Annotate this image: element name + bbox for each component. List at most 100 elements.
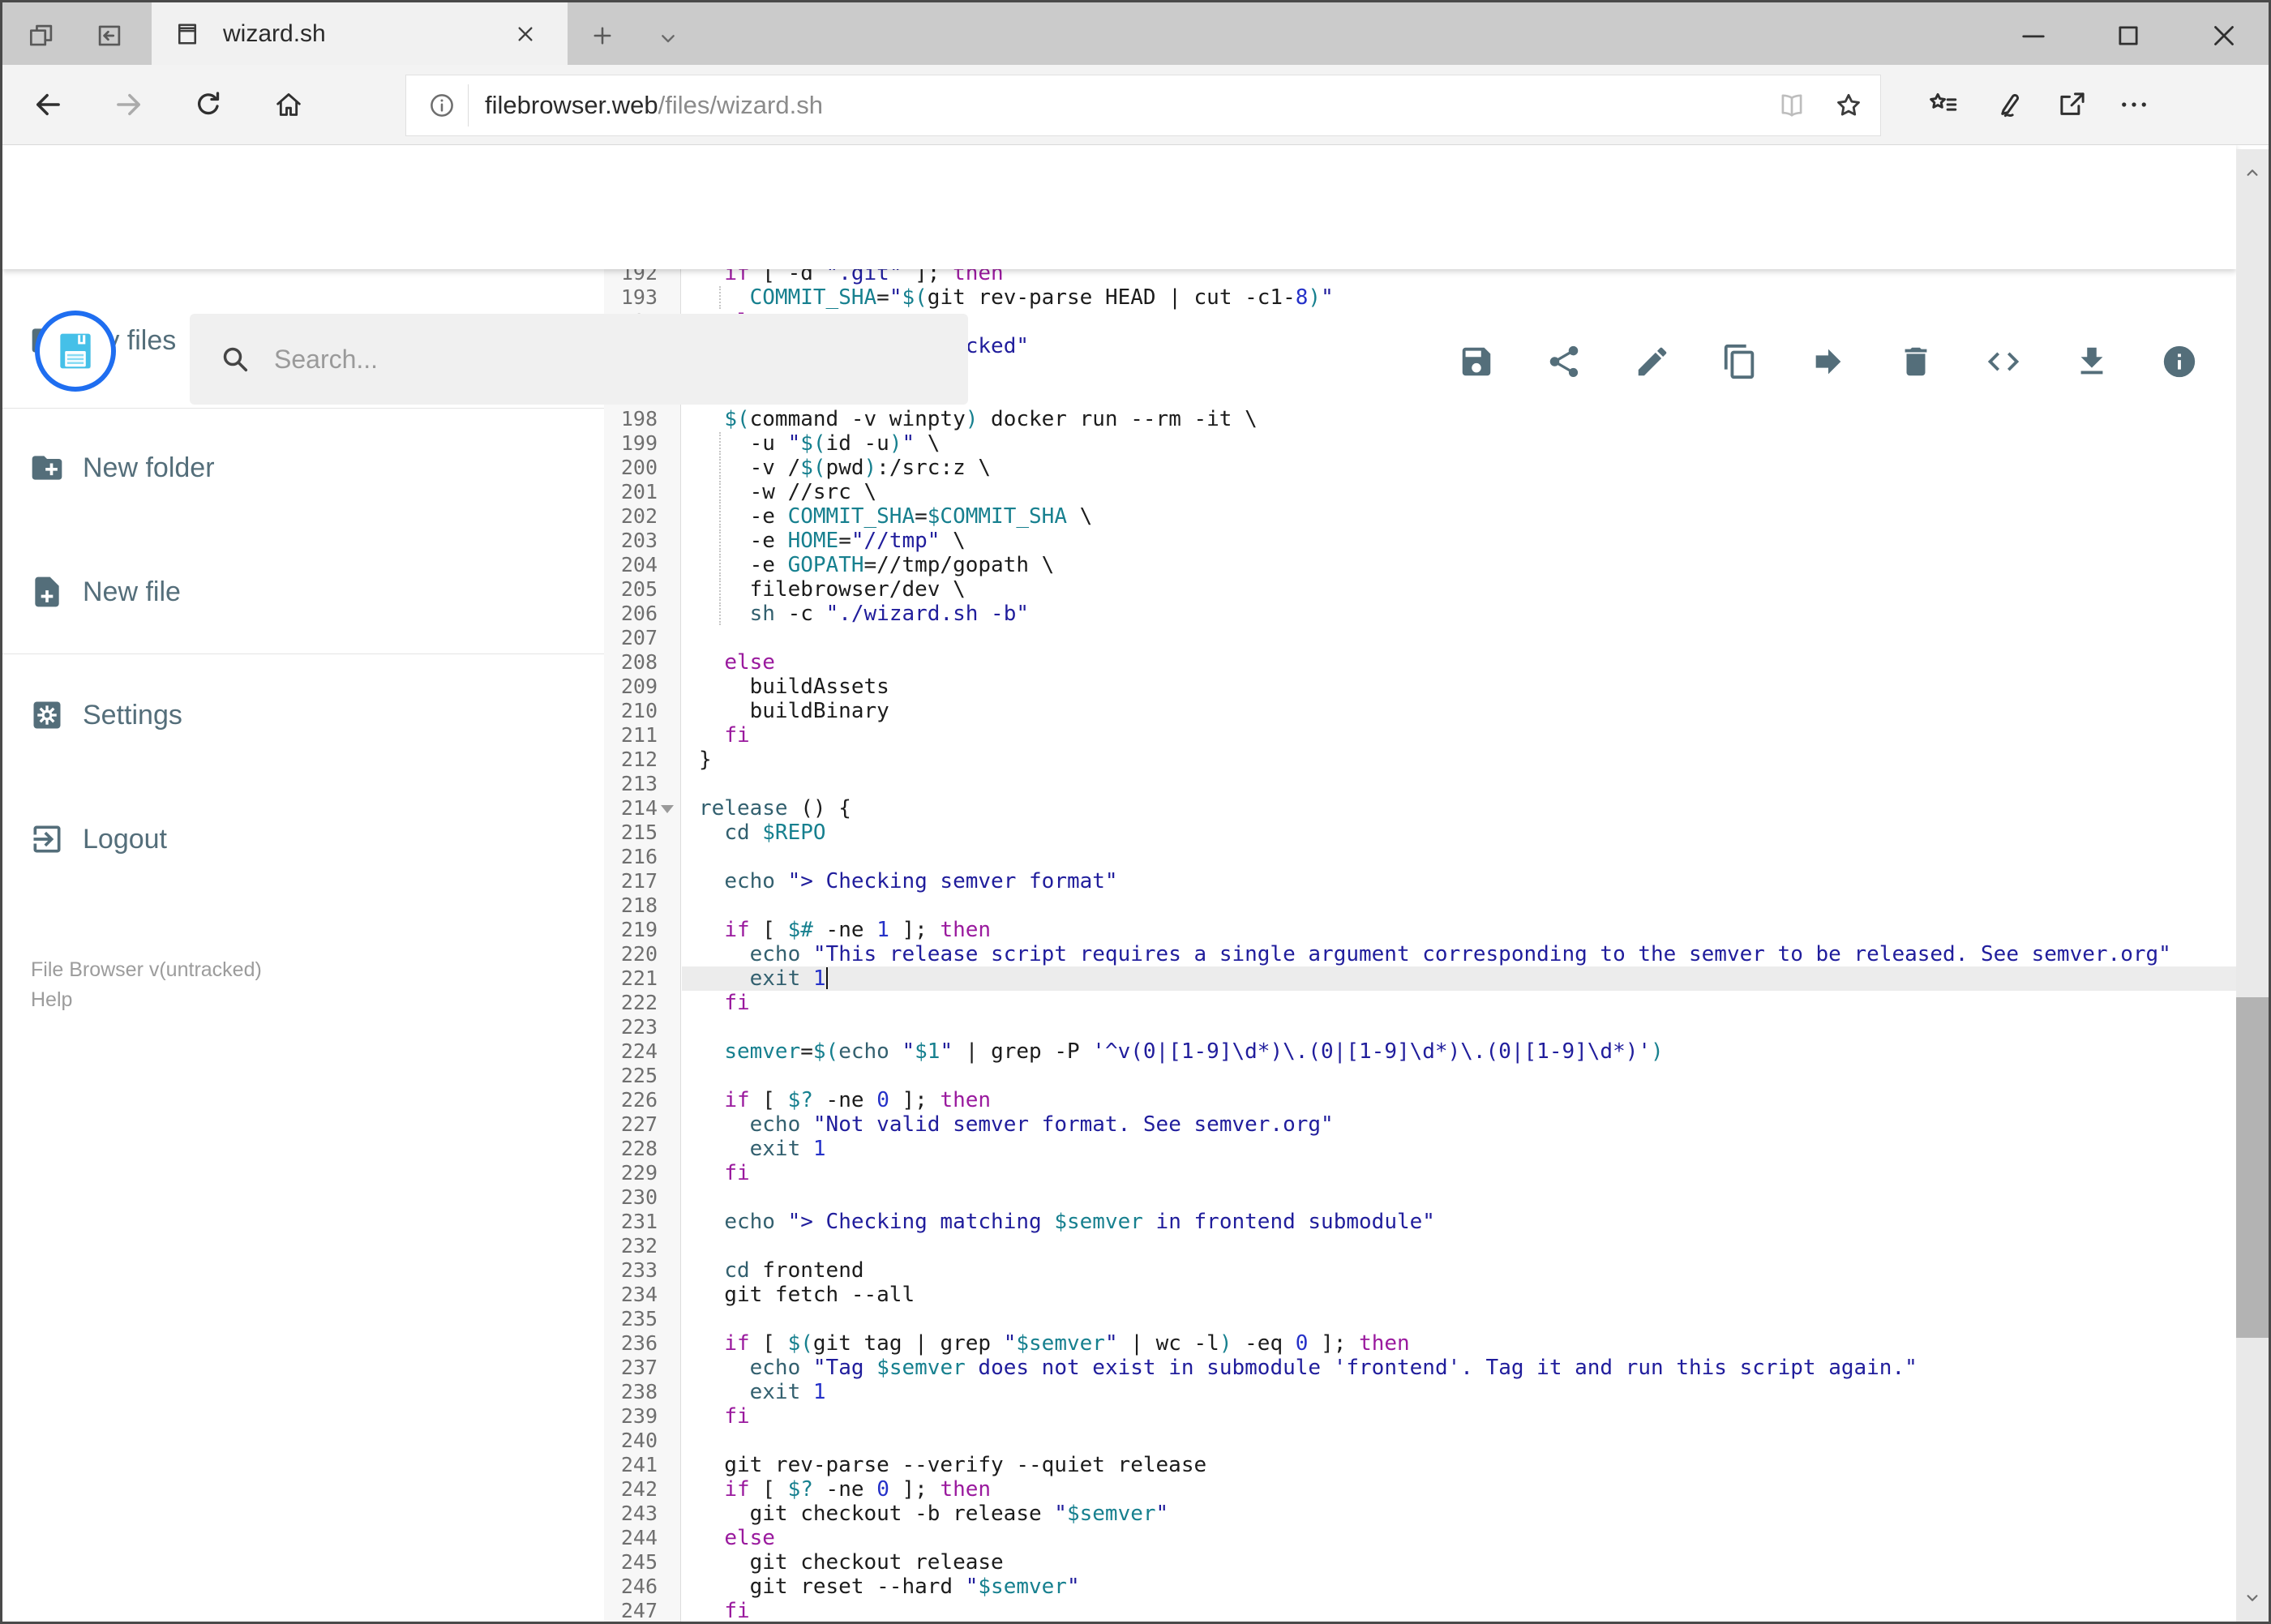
line-number: 229 (620, 1161, 658, 1185)
search-box[interactable] (190, 314, 968, 405)
maximize-button[interactable] (2111, 19, 2145, 53)
rename-button[interactable] (1634, 343, 1671, 380)
scrollbar-thumb[interactable] (2236, 997, 2269, 1338)
filebrowser-logo[interactable] (35, 311, 116, 392)
code-line-228[interactable]: 228 exit 1 (604, 1137, 2236, 1161)
code-line-198[interactable]: 198 $(command -v winpty) docker run --rm… (604, 407, 2236, 431)
code-line-203[interactable]: 203 -e HOME="//tmp" \ (604, 529, 2236, 553)
delete-button[interactable] (1897, 343, 1935, 380)
code-line-240[interactable]: 240 (604, 1429, 2236, 1453)
share-button[interactable] (1545, 343, 1583, 380)
code-line-207[interactable]: 207 (604, 626, 2236, 650)
code-editor[interactable]: 192 if [ -d ".git" ]; then 193 COMMIT_SHA… (604, 269, 2236, 1622)
move-button[interactable] (1810, 343, 1847, 380)
scroll-up-icon[interactable] (2242, 162, 2263, 183)
fold-arrow-icon[interactable] (661, 805, 674, 813)
code-line-211[interactable]: 211 fi (604, 723, 2236, 748)
code-line-218[interactable]: 218 (604, 893, 2236, 918)
sidebar-item-settings[interactable]: Settings (0, 675, 604, 756)
code-line-227[interactable]: 227 echo "Not valid semver format. See s… (604, 1112, 2236, 1137)
code-line-192[interactable]: 192 if [ -d ".git" ]; then (604, 269, 2236, 285)
code-line-247[interactable]: 247 fi (604, 1599, 2236, 1622)
code-line-222[interactable]: 222 fi (604, 991, 2236, 1015)
code-line-233[interactable]: 233 cd frontend (604, 1258, 2236, 1283)
code-line-225[interactable]: 225 (604, 1064, 2236, 1088)
favorite-star-icon[interactable] (1832, 89, 1865, 122)
code-line-245[interactable]: 245 git checkout release (604, 1550, 2236, 1575)
code-line-204[interactable]: 204 -e GOPATH=//tmp/gopath \ (604, 553, 2236, 577)
code-line-201[interactable]: 201 -w //src \ (604, 480, 2236, 504)
reading-view-icon[interactable] (1776, 90, 1807, 121)
close-window-button[interactable] (2207, 19, 2241, 53)
code-line-234[interactable]: 234 git fetch --all (604, 1283, 2236, 1307)
code-line-238[interactable]: 238 exit 1 (604, 1380, 2236, 1404)
site-info-icon[interactable] (427, 91, 456, 120)
save-button[interactable] (1458, 343, 1495, 380)
code-line-226[interactable]: 226 if [ $? -ne 0 ]; then (604, 1088, 2236, 1112)
code-line-213[interactable]: 213 (604, 772, 2236, 796)
hub-favorites-icon[interactable] (1926, 88, 1960, 122)
code-line-246[interactable]: 246 git reset --hard "$semver" (604, 1575, 2236, 1599)
code-line-205[interactable]: 205 filebrowser/dev \ (604, 577, 2236, 602)
web-note-pen-icon[interactable] (1987, 88, 2021, 122)
tab-indent-guide (719, 578, 721, 601)
set-aside-tabs-icon[interactable] (94, 20, 125, 51)
code-line-229[interactable]: 229 fi (604, 1161, 2236, 1185)
code-line-244[interactable]: 244 else (604, 1526, 2236, 1550)
minimize-button[interactable] (2016, 19, 2050, 53)
download-button[interactable] (2073, 343, 2110, 380)
code-line-220[interactable]: 220 echo "This release script requires a… (604, 942, 2236, 966)
code-line-212[interactable]: 212} (604, 748, 2236, 772)
code-line-217[interactable]: 217 echo "> Checking semver format" (604, 869, 2236, 893)
code-line-219[interactable]: 219 if [ $# -ne 1 ]; then (604, 918, 2236, 942)
refresh-button[interactable] (192, 88, 225, 121)
code-line-199[interactable]: 199 -u "$(id -u)" \ (604, 431, 2236, 456)
info-button[interactable] (2161, 343, 2198, 380)
search-input[interactable] (272, 343, 924, 375)
code-line-230[interactable]: 230 (604, 1185, 2236, 1210)
browser-menu-icon[interactable] (2117, 88, 2151, 122)
code-line-243[interactable]: 243 git checkout -b release "$semver" (604, 1502, 2236, 1526)
code-line-232[interactable]: 232 (604, 1234, 2236, 1258)
share-page-icon[interactable] (2055, 88, 2089, 122)
code-line-209[interactable]: 209 buildAssets (604, 675, 2236, 699)
code-line-235[interactable]: 235 (604, 1307, 2236, 1331)
address-bar[interactable]: filebrowser.web/files/wizard.sh (405, 75, 1881, 136)
scroll-down-icon[interactable] (2242, 1588, 2263, 1609)
code-line-193[interactable]: 193 COMMIT_SHA="$(git rev-parse HEAD | c… (604, 285, 2236, 310)
code-line-231[interactable]: 231 echo "> Checking matching $semver in… (604, 1210, 2236, 1234)
sidebar-item-new-folder[interactable]: New folder (0, 427, 604, 508)
tab-close-icon[interactable] (512, 21, 538, 47)
back-button[interactable] (31, 88, 65, 122)
code-line-text (682, 893, 2236, 918)
code-line-223[interactable]: 223 (604, 1015, 2236, 1039)
code-line-224[interactable]: 224 semver=$(echo "$1" | grep -P '^v(0|[… (604, 1039, 2236, 1064)
code-line-215[interactable]: 215 cd $REPO (604, 821, 2236, 845)
sidebar-item-new-file[interactable]: New file (0, 551, 604, 632)
tab-dropdown-icon[interactable] (655, 25, 681, 51)
code-line-202[interactable]: 202 -e COMMIT_SHA=$COMMIT_SHA \ (604, 504, 2236, 529)
tab-wizard-sh[interactable]: wizard.sh (152, 2, 568, 65)
code-line-241[interactable]: 241 git rev-parse --verify --quiet relea… (604, 1453, 2236, 1477)
forward-button[interactable] (112, 88, 146, 122)
code-line-214[interactable]: 214 release () { (604, 796, 2236, 821)
home-button[interactable] (272, 88, 305, 121)
code-line-239[interactable]: 239 fi (604, 1404, 2236, 1429)
code-line-208[interactable]: 208 else (604, 650, 2236, 675)
vertical-scrollbar[interactable] (2236, 149, 2269, 1622)
copy-button[interactable] (1721, 343, 1759, 380)
switch-editor-button[interactable] (1985, 343, 2022, 380)
code-line-221[interactable]: 221 exit 1 (604, 966, 2236, 991)
line-number: 240 (620, 1429, 658, 1452)
sidebar-item-logout[interactable]: Logout (0, 799, 604, 880)
code-line-200[interactable]: 200 -v /$(pwd):/src:z \ (604, 456, 2236, 480)
code-line-242[interactable]: 242 if [ $? -ne 0 ]; then (604, 1477, 2236, 1502)
tab-preview-icon[interactable] (26, 20, 57, 51)
code-line-236[interactable]: 236 if [ $(git tag | grep "$semver" | wc… (604, 1331, 2236, 1356)
help-link[interactable]: Help (31, 985, 262, 1015)
code-line-237[interactable]: 237 echo "Tag $semver does not exist in … (604, 1356, 2236, 1380)
code-line-216[interactable]: 216 (604, 845, 2236, 869)
new-tab-button[interactable] (589, 22, 616, 49)
code-line-206[interactable]: 206 sh -c "./wizard.sh -b" (604, 602, 2236, 626)
code-line-210[interactable]: 210 buildBinary (604, 699, 2236, 723)
